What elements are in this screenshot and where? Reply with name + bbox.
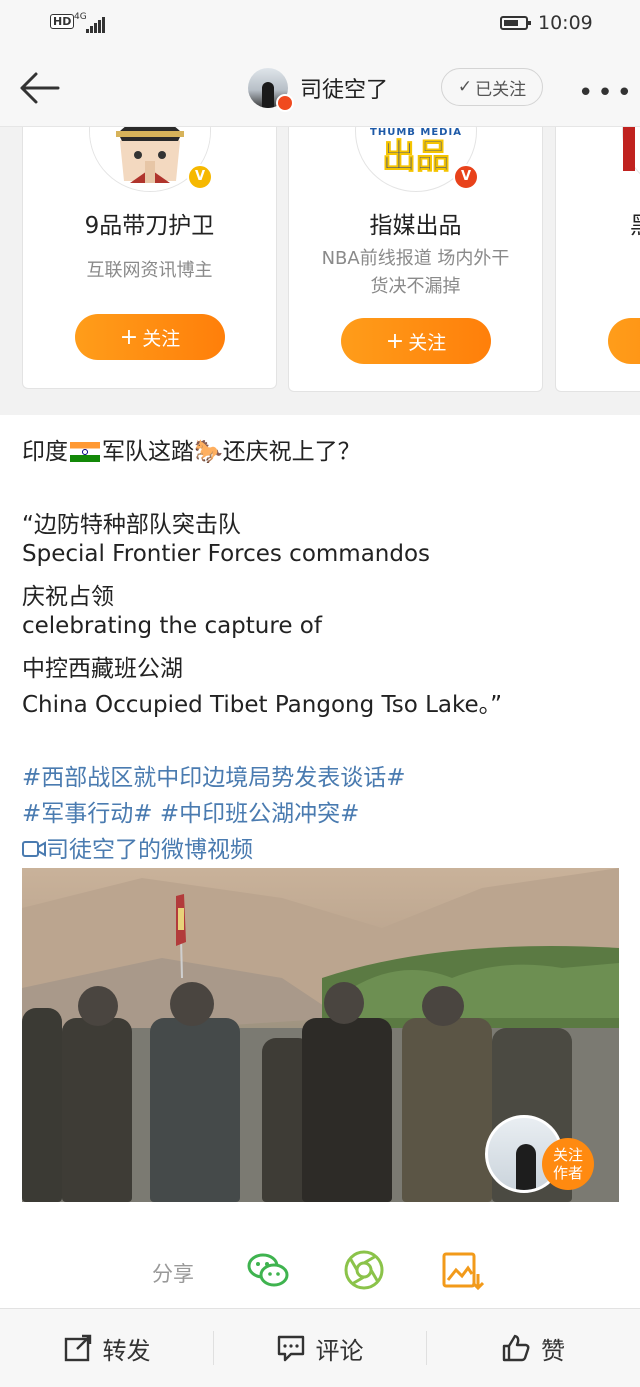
video-link[interactable]: 司徒空了的微博视频	[22, 830, 253, 864]
check-icon: ✓	[457, 77, 473, 97]
hd-indicator: HD	[50, 14, 75, 29]
recommend-card[interactable]: 黑	[555, 127, 640, 392]
soldier-figure	[324, 982, 364, 1024]
verified-badge-icon: V	[453, 164, 479, 190]
hashtag-row: #军事行动# #中印班公湖冲突#	[22, 794, 359, 828]
quote-line: China Occupied Tibet Pangong Tso Lake。”	[22, 692, 503, 718]
following-label: 已关注	[475, 79, 527, 100]
recommend-card[interactable]: V 9品带刀护卫 互联网资讯博主 + 关注	[22, 127, 277, 389]
india-flag-icon	[70, 442, 100, 462]
comment-icon	[277, 1335, 304, 1362]
follow-author-button[interactable]: 关注作者	[542, 1138, 594, 1190]
follow-button[interactable]: + 关注	[341, 318, 491, 364]
account-name[interactable]: 指媒出品	[289, 206, 542, 240]
status-bar: HD 4G 10:09	[0, 0, 640, 48]
post-text: 军队这踏	[102, 439, 194, 465]
repost-icon	[64, 1334, 91, 1362]
hashtag-link[interactable]: #中印班公湖冲突#	[160, 801, 360, 827]
soldier-figure	[402, 1018, 492, 1202]
wechat-icon[interactable]	[246, 1248, 290, 1292]
video-camera-icon	[22, 841, 46, 857]
top-nav-bar: 司徒空了 ✓ 已关注 •••	[0, 48, 640, 127]
account-avatar[interactable]	[622, 127, 640, 192]
repost-button[interactable]: 转发	[0, 1309, 213, 1387]
post-text-line: 印度 军队这踏🐎还庆祝上了？	[22, 432, 361, 466]
quote-line: celebrating the capture of	[22, 613, 322, 639]
network-indicator: 4G	[74, 12, 87, 22]
share-label: 分享	[152, 1262, 194, 1286]
quote-line: Special Frontier Forces commandos	[22, 541, 431, 567]
soldier-figure	[22, 1008, 62, 1202]
signal-icon	[86, 14, 106, 33]
recommended-accounts: V 9品带刀护卫 互联网资讯博主 + 关注 THUMB MEDIA 出品 V 指…	[0, 127, 640, 415]
soldier-figure	[170, 982, 214, 1026]
hashtag-link[interactable]: #西部战区就中印边境局势发表谈话#	[22, 758, 406, 792]
soldier-figure	[78, 986, 118, 1026]
battery-icon	[500, 16, 531, 30]
account-name[interactable]: 9品带刀护卫	[23, 206, 276, 240]
post-text: 还庆祝上了？	[222, 439, 361, 465]
soldier-figure	[302, 1018, 392, 1202]
video-link-text: 司徒空了的微博视频	[46, 837, 253, 863]
following-button[interactable]: ✓ 已关注	[441, 68, 543, 106]
comment-label: 评论	[315, 1336, 364, 1365]
post-text: 印度	[22, 439, 68, 465]
soldier-figure	[62, 1018, 132, 1202]
horse-emoji-icon: 🐎	[194, 439, 223, 465]
soldier-figure	[422, 986, 464, 1026]
repost-label: 转发	[102, 1336, 151, 1365]
follow-label: 关注	[408, 331, 447, 354]
account-description: 货决不漏掉	[370, 276, 461, 297]
account-description: NBA前线报道 场内外干	[321, 248, 510, 269]
verified-badge-icon	[276, 94, 294, 112]
account-name[interactable]: 黑	[630, 206, 640, 240]
plus-icon: +	[119, 324, 139, 350]
hashtag-link[interactable]: #军事行动#	[22, 801, 153, 827]
moments-icon[interactable]	[342, 1248, 386, 1292]
account-description: 互联网资讯博主	[86, 260, 213, 281]
quote-line: 庆祝占领	[22, 584, 114, 610]
bottom-action-bar: 转发 评论 赞	[0, 1308, 640, 1387]
thumbs-up-icon	[502, 1334, 530, 1362]
comment-button[interactable]: 评论	[213, 1309, 426, 1387]
save-image-icon[interactable]	[440, 1248, 484, 1292]
plus-icon: +	[385, 328, 405, 354]
follow-button[interactable]: + 关注	[75, 314, 225, 360]
back-arrow-icon[interactable]	[18, 68, 62, 108]
author-name[interactable]: 司徒空了	[300, 72, 388, 104]
verified-badge-icon: V	[187, 164, 213, 190]
quote-line: “边防特种部队突击队	[22, 512, 241, 538]
recommend-card[interactable]: THUMB MEDIA 出品 V 指媒出品 NBA前线报道 场内外干 货决不漏掉…	[288, 127, 543, 392]
clock: 10:09	[538, 12, 593, 34]
soldier-figure	[150, 1018, 240, 1202]
like-button[interactable]: 赞	[426, 1309, 640, 1387]
follow-button[interactable]	[608, 318, 640, 364]
more-options-icon[interactable]: •••	[578, 78, 636, 108]
like-label: 赞	[541, 1336, 565, 1365]
quote-line: 中控西藏班公湖	[22, 656, 183, 682]
follow-label: 关注	[142, 327, 181, 350]
